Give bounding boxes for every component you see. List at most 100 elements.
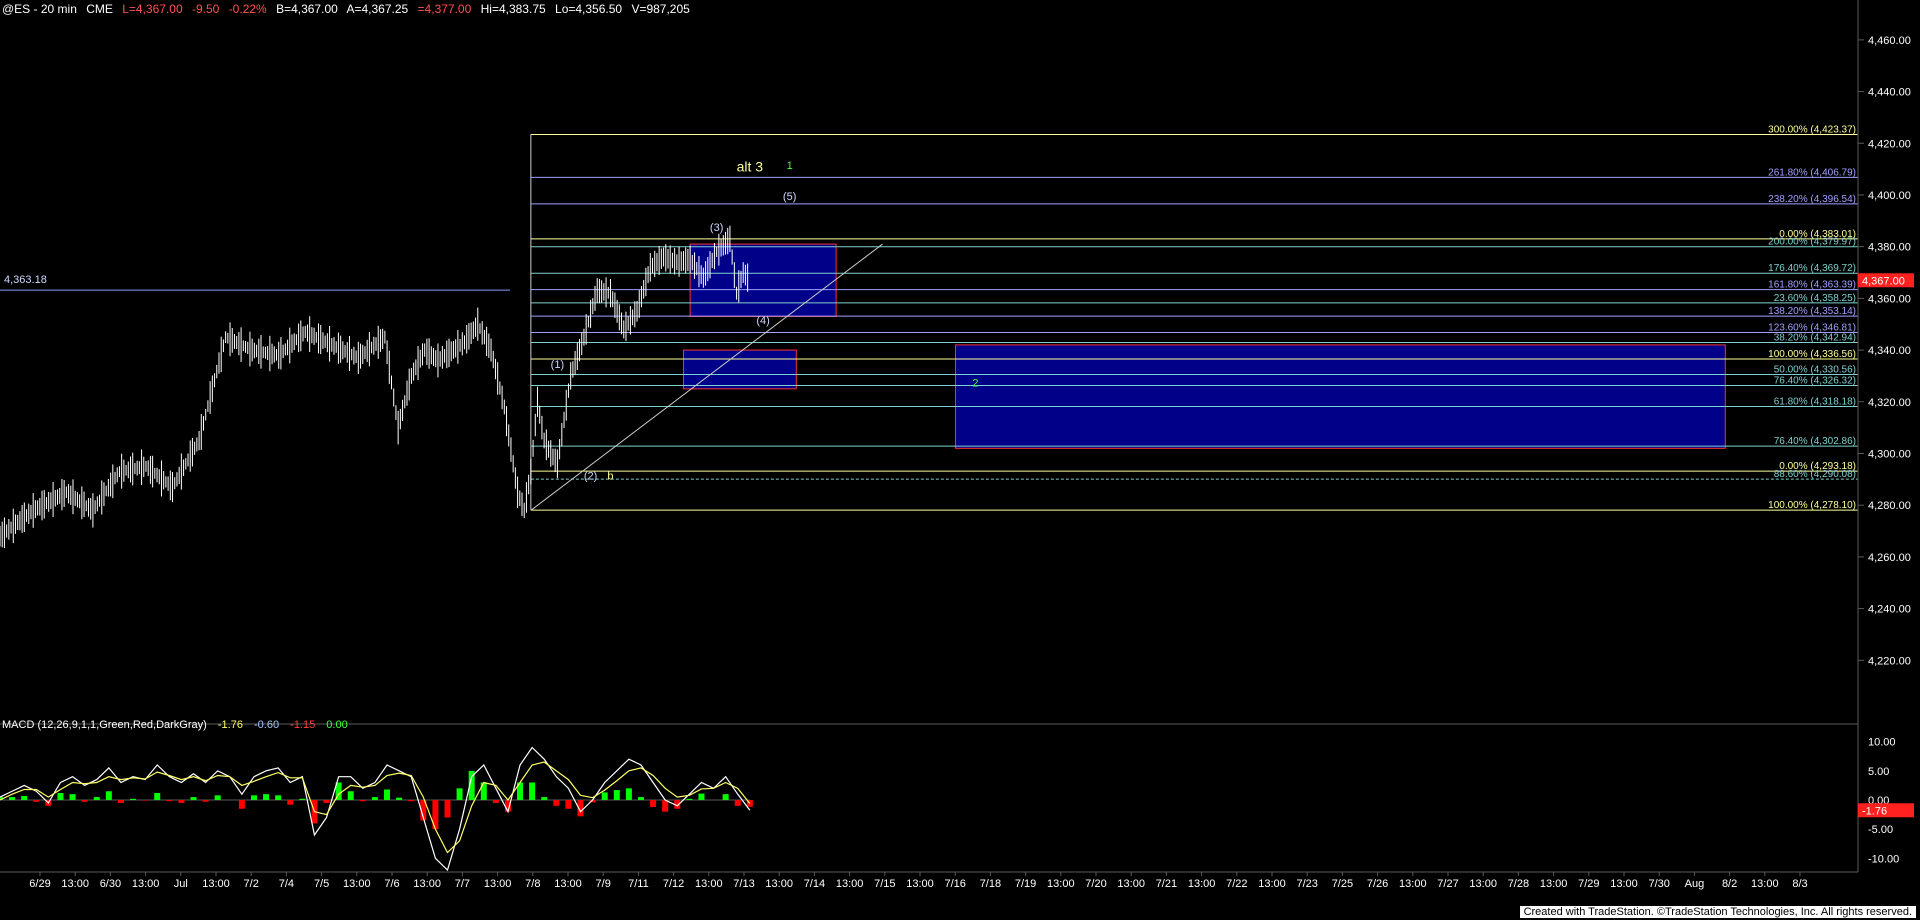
macd-histogram-bar bbox=[81, 800, 88, 802]
macd-histogram-bar bbox=[33, 800, 40, 802]
macd-histogram-bar bbox=[625, 788, 632, 800]
fib-label: 138.20% (4,353.14) bbox=[1768, 306, 1856, 317]
macd-histogram-bar bbox=[166, 800, 173, 802]
macd-histogram-bar bbox=[601, 792, 608, 800]
macd-histogram-bar bbox=[178, 800, 185, 803]
macd-histogram-bar bbox=[202, 800, 209, 802]
x-tick-label: 13:00 bbox=[1751, 878, 1779, 890]
macd-tick-label: -5.00 bbox=[1868, 824, 1893, 836]
x-tick-label: Aug bbox=[1685, 878, 1705, 890]
macd-histogram-bar bbox=[722, 794, 729, 800]
fib-label: 161.80% (4,363.39) bbox=[1768, 280, 1856, 291]
macd-histogram-bar bbox=[444, 800, 451, 818]
x-tick-label: 7/5 bbox=[314, 878, 329, 890]
macd-histogram-bar bbox=[69, 794, 76, 800]
x-tick-label: 13:00 bbox=[554, 878, 582, 890]
x-tick-label: 7/25 bbox=[1332, 878, 1353, 890]
macd-value-1: -1.76 bbox=[217, 719, 243, 731]
pct-change: -0.22% bbox=[228, 2, 267, 16]
fib-label: 100.00% (4,336.56) bbox=[1768, 349, 1856, 360]
macd-histogram-bar bbox=[662, 800, 669, 812]
x-tick-label: 13:00 bbox=[1399, 878, 1427, 890]
x-tick-label: 13:00 bbox=[1610, 878, 1638, 890]
footer-credit: Created with TradeStation. ©TradeStation… bbox=[1519, 906, 1916, 918]
target-box bbox=[955, 344, 1726, 449]
last-price: L=4,367.00 bbox=[122, 2, 183, 16]
y-tick-label: 4,280.00 bbox=[1868, 500, 1911, 512]
wave-label: (1) bbox=[551, 359, 564, 371]
x-tick-label: 7/12 bbox=[663, 878, 684, 890]
wave-label: (5) bbox=[783, 191, 796, 203]
x-tick-label: 8/3 bbox=[1792, 878, 1807, 890]
x-tick-label: 6/29 bbox=[29, 878, 50, 890]
macd-histogram-bar bbox=[117, 800, 124, 803]
x-tick-label: 7/2 bbox=[244, 878, 259, 890]
y-tick-label: 4,240.00 bbox=[1868, 604, 1911, 616]
macd-histogram-bar bbox=[698, 793, 705, 800]
x-tick-label: 7/19 bbox=[1015, 878, 1036, 890]
y-tick-label: 4,420.00 bbox=[1868, 138, 1911, 150]
macd-histogram-bar bbox=[190, 797, 197, 800]
macd-histogram-bar bbox=[275, 795, 282, 800]
fib-label: 238.20% (4,396.54) bbox=[1768, 194, 1856, 205]
macd-histogram-bar bbox=[9, 797, 16, 800]
x-tick-label: 8/2 bbox=[1722, 878, 1737, 890]
macd-value-4: 0.00 bbox=[326, 719, 348, 731]
y-tick-label: 4,380.00 bbox=[1868, 242, 1911, 254]
fib-label: 76.40% (4,326.32) bbox=[1774, 375, 1856, 386]
macd-histogram-bar bbox=[93, 797, 100, 800]
wave-label: (4) bbox=[756, 315, 769, 327]
x-tick-label: 13:00 bbox=[61, 878, 89, 890]
fib-label: 76.40% (4,302.86) bbox=[1774, 436, 1856, 447]
x-tick-label: 7/4 bbox=[279, 878, 294, 890]
macd-value-2: -0.60 bbox=[254, 719, 280, 731]
price-bars bbox=[0, 225, 749, 549]
x-tick-label: 13:00 bbox=[1258, 878, 1286, 890]
ask: A=4,367.25 bbox=[346, 2, 409, 16]
macd-histogram-bar bbox=[130, 798, 137, 800]
macd-tick-label: 10.00 bbox=[1868, 737, 1896, 749]
y-tick-label: 4,340.00 bbox=[1868, 345, 1911, 357]
x-tick-label: 7/8 bbox=[525, 878, 540, 890]
x-tick-label: 7/28 bbox=[1508, 878, 1529, 890]
macd-tick-label: -10.00 bbox=[1868, 853, 1899, 865]
y-tick-label: 4,360.00 bbox=[1868, 293, 1911, 305]
x-tick-label: 13:00 bbox=[1117, 878, 1145, 890]
x-tick-label: 7/21 bbox=[1156, 878, 1177, 890]
macd-histogram-bar bbox=[541, 797, 548, 800]
macd-histogram-bar bbox=[480, 782, 487, 800]
x-tick-label: 13:00 bbox=[765, 878, 793, 890]
price-chart[interactable]: 300.00% (4,423.37)261.80% (4,406.79)238.… bbox=[0, 0, 1920, 920]
x-tick-label: 7/11 bbox=[628, 878, 649, 890]
fib-label: 176.40% (4,369.72) bbox=[1768, 263, 1856, 274]
x-tick-label: 7/18 bbox=[980, 878, 1001, 890]
fib-label: 100.00% (4,278.10) bbox=[1768, 500, 1856, 511]
macd-histogram-bar bbox=[214, 795, 221, 800]
x-tick-label: 7/29 bbox=[1578, 878, 1599, 890]
wave-target-boxes bbox=[682, 243, 1726, 449]
macd-histogram-bar bbox=[57, 793, 64, 800]
x-tick-label: 13:00 bbox=[202, 878, 230, 890]
x-tick-label: 7/14 bbox=[804, 878, 825, 890]
macd-histogram-bar bbox=[734, 800, 741, 806]
x-tick-label: 7/26 bbox=[1367, 878, 1388, 890]
last-price-tag-label: 4,367.00 bbox=[1862, 275, 1905, 287]
x-tick-label: 13:00 bbox=[1540, 878, 1568, 890]
y-tick-label: 4,440.00 bbox=[1868, 87, 1911, 99]
x-tick-label: 7/7 bbox=[455, 878, 470, 890]
exchange: CME bbox=[86, 2, 113, 16]
x-tick-label: 7/13 bbox=[733, 878, 754, 890]
macd-histogram-bar bbox=[529, 782, 536, 800]
wave-label: 2 bbox=[972, 377, 978, 389]
wave-label: (2) bbox=[584, 470, 597, 482]
x-tick-label: 7/27 bbox=[1437, 878, 1458, 890]
macd-histogram-bar bbox=[142, 800, 149, 801]
macd-histogram-bar bbox=[686, 798, 693, 800]
target-box bbox=[682, 349, 797, 390]
volume: V=987,205 bbox=[631, 2, 690, 16]
x-tick-label: 13:00 bbox=[1047, 878, 1075, 890]
x-tick-label: 13:00 bbox=[1469, 878, 1497, 890]
macd-histogram-bar bbox=[565, 800, 572, 809]
fib-label: 61.80% (4,318.18) bbox=[1774, 396, 1856, 407]
high-price: Hi=4,383.75 bbox=[480, 2, 546, 16]
